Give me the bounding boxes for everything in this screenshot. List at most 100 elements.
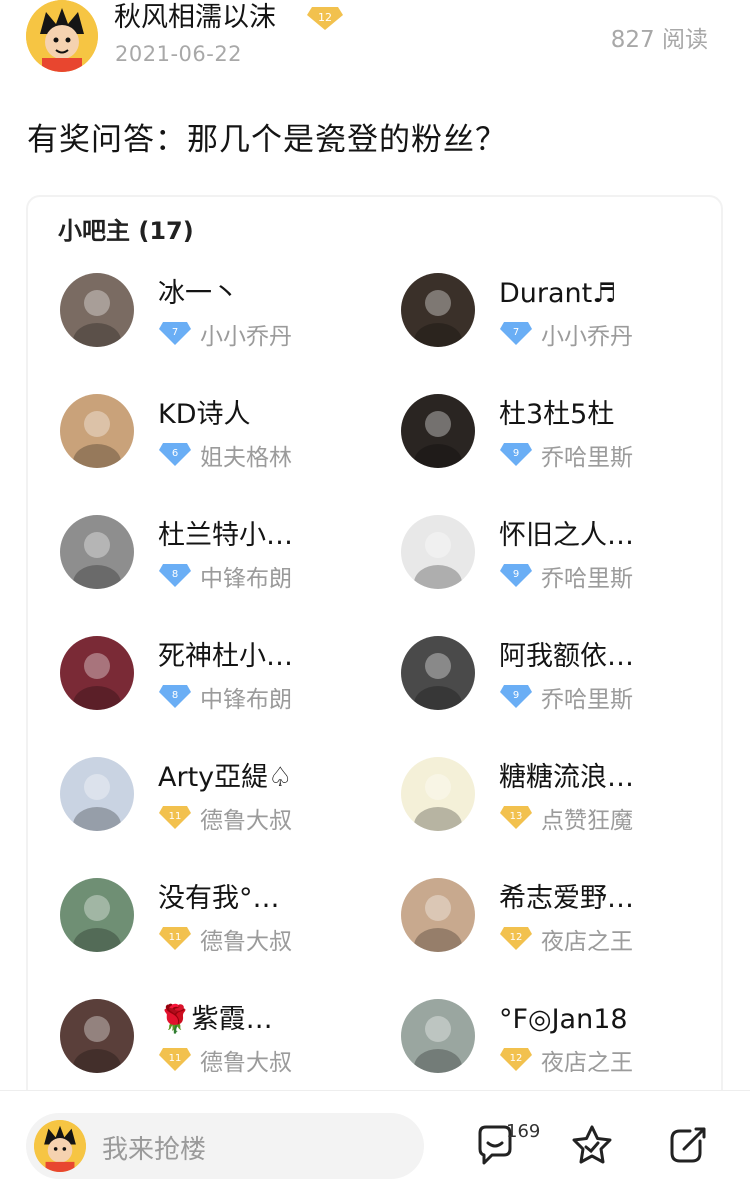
member-rank-title: 乔哈里斯 <box>541 566 633 592</box>
member-level-text: 12 <box>510 932 523 943</box>
member-level-text: 8 <box>172 690 178 701</box>
member-rank-title: 夜店之王 <box>541 1050 633 1076</box>
member-item[interactable]: 怀旧之人… 9 乔哈里斯 <box>401 515 721 605</box>
member-item[interactable]: 死神杜小… 8 中锋布朗 <box>60 636 390 726</box>
level-badge-icon: 9 <box>500 685 532 708</box>
member-name[interactable]: 没有我°… <box>158 882 358 916</box>
member-name[interactable]: 🌹紫霞… <box>158 1003 358 1037</box>
member-avatar[interactable] <box>60 515 134 589</box>
member-rank-title: 中锋布朗 <box>200 687 292 713</box>
member-name[interactable]: 糖糖流浪… <box>499 761 699 795</box>
level-badge-icon: 12 <box>307 7 343 30</box>
member-level-text: 9 <box>513 448 519 459</box>
member-rank-title: 小小乔丹 <box>541 324 633 350</box>
member-item[interactable]: 杜兰特小… 8 中锋布朗 <box>60 515 390 605</box>
level-badge-icon: 7 <box>500 322 532 345</box>
comment-count: 169 <box>506 1121 541 1142</box>
member-name[interactable]: 杜3杜5杜 <box>499 398 699 432</box>
comment-input[interactable]: 我来抢楼 <box>26 1113 424 1179</box>
member-level-text: 7 <box>172 327 178 338</box>
member-item[interactable]: °F◎Jan18 12 夜店之王 <box>401 999 721 1089</box>
member-name[interactable]: 希志爱野… <box>499 882 699 916</box>
share-icon[interactable] <box>666 1123 710 1167</box>
bottom-action-bar: 我来抢楼 169 <box>0 1090 750 1201</box>
member-rank-title: 姐夫格林 <box>200 445 292 471</box>
member-rank-title: 乔哈里斯 <box>541 445 633 471</box>
member-avatar[interactable] <box>60 394 134 468</box>
member-name[interactable]: 冰一丶 <box>158 277 358 311</box>
member-item[interactable]: Durant♬ 7 小小乔丹 <box>401 273 721 363</box>
member-rank-title: 点赞狂魔 <box>541 808 633 834</box>
member-name[interactable]: 怀旧之人… <box>499 519 699 553</box>
member-avatar[interactable] <box>401 273 475 347</box>
member-item[interactable]: 阿我额依… 9 乔哈里斯 <box>401 636 721 726</box>
level-badge-icon: 9 <box>500 564 532 587</box>
member-rank-title: 乔哈里斯 <box>541 687 633 713</box>
post-date: 2021-06-22 <box>115 42 243 66</box>
member-avatar[interactable] <box>60 999 134 1073</box>
member-item[interactable]: 没有我°… 11 德鲁大叔 <box>60 878 390 968</box>
member-name[interactable]: 阿我额依… <box>499 640 699 674</box>
member-item[interactable]: KD诗人 6 姐夫格林 <box>60 394 390 484</box>
member-avatar[interactable] <box>60 878 134 952</box>
member-rank-title: 德鲁大叔 <box>200 1050 292 1076</box>
card-title: 小吧主 (17) <box>58 217 194 245</box>
member-avatar[interactable] <box>401 394 475 468</box>
member-level-text: 13 <box>510 811 523 822</box>
member-level-text: 11 <box>169 1053 182 1064</box>
member-rank-title: 夜店之王 <box>541 929 633 955</box>
member-name[interactable]: 死神杜小… <box>158 640 358 674</box>
member-avatar[interactable] <box>401 999 475 1073</box>
member-name[interactable]: Arty亞緹♤ <box>158 761 358 795</box>
member-level-text: 12 <box>510 1053 523 1064</box>
author-avatar[interactable] <box>26 0 98 72</box>
member-item[interactable]: 希志爱野… 12 夜店之王 <box>401 878 721 968</box>
level-badge-icon: 8 <box>159 685 191 708</box>
member-item[interactable]: 糖糖流浪… 13 点赞狂魔 <box>401 757 721 847</box>
member-rank-title: 德鲁大叔 <box>200 929 292 955</box>
member-item[interactable]: Arty亞緹♤ 11 德鲁大叔 <box>60 757 390 847</box>
current-user-avatar <box>34 1120 86 1172</box>
post-title: 有奖问答：那几个是瓷登的粉丝？ <box>27 122 507 158</box>
author-level-text: 12 <box>318 11 332 24</box>
member-level-text: 11 <box>169 811 182 822</box>
member-avatar[interactable] <box>401 878 475 952</box>
level-badge-icon: 11 <box>159 927 191 950</box>
member-level-text: 7 <box>513 327 519 338</box>
moderator-card: 小吧主 (17) 冰一丶 7 小小乔丹 Durant♬ 7 小小乔丹 KD诗人 6 姐夫格林 杜3… <box>26 195 723 1105</box>
member-rank-title: 中锋布朗 <box>200 566 292 592</box>
member-name[interactable]: 杜兰特小… <box>158 519 358 553</box>
member-item[interactable]: 杜3杜5杜 9 乔哈里斯 <box>401 394 721 484</box>
member-rank-title: 小小乔丹 <box>200 324 292 350</box>
member-item[interactable]: 冰一丶 7 小小乔丹 <box>60 273 390 363</box>
member-level-text: 11 <box>169 932 182 943</box>
post-header: 秋风相濡以沫 12 2021-06-22 827 阅读 <box>0 0 750 100</box>
member-avatar[interactable] <box>401 757 475 831</box>
member-name[interactable]: Durant♬ <box>499 277 699 311</box>
member-level-text: 9 <box>513 569 519 580</box>
member-avatar[interactable] <box>60 757 134 831</box>
member-level-text: 8 <box>172 569 178 580</box>
member-name[interactable]: KD诗人 <box>158 398 358 432</box>
member-level-text: 6 <box>172 448 178 459</box>
level-badge-icon: 9 <box>500 443 532 466</box>
member-avatar[interactable] <box>401 636 475 710</box>
member-avatar[interactable] <box>60 636 134 710</box>
read-count: 827 阅读 <box>610 27 708 53</box>
favorite-star-icon[interactable] <box>570 1123 614 1167</box>
level-badge-icon: 11 <box>159 1048 191 1071</box>
level-badge-icon: 11 <box>159 806 191 829</box>
level-badge-icon: 6 <box>159 443 191 466</box>
level-badge-icon: 13 <box>500 806 532 829</box>
level-badge-icon: 7 <box>159 322 191 345</box>
comment-placeholder: 我来抢楼 <box>102 1135 207 1165</box>
level-badge-icon: 12 <box>500 1048 532 1071</box>
member-item[interactable]: 🌹紫霞… 11 德鲁大叔 <box>60 999 390 1089</box>
member-name[interactable]: °F◎Jan18 <box>499 1003 699 1037</box>
member-level-text: 9 <box>513 690 519 701</box>
level-badge-icon: 12 <box>500 927 532 950</box>
author-name[interactable]: 秋风相濡以沫 <box>114 0 276 36</box>
member-avatar[interactable] <box>60 273 134 347</box>
member-avatar[interactable] <box>401 515 475 589</box>
level-badge-icon: 8 <box>159 564 191 587</box>
